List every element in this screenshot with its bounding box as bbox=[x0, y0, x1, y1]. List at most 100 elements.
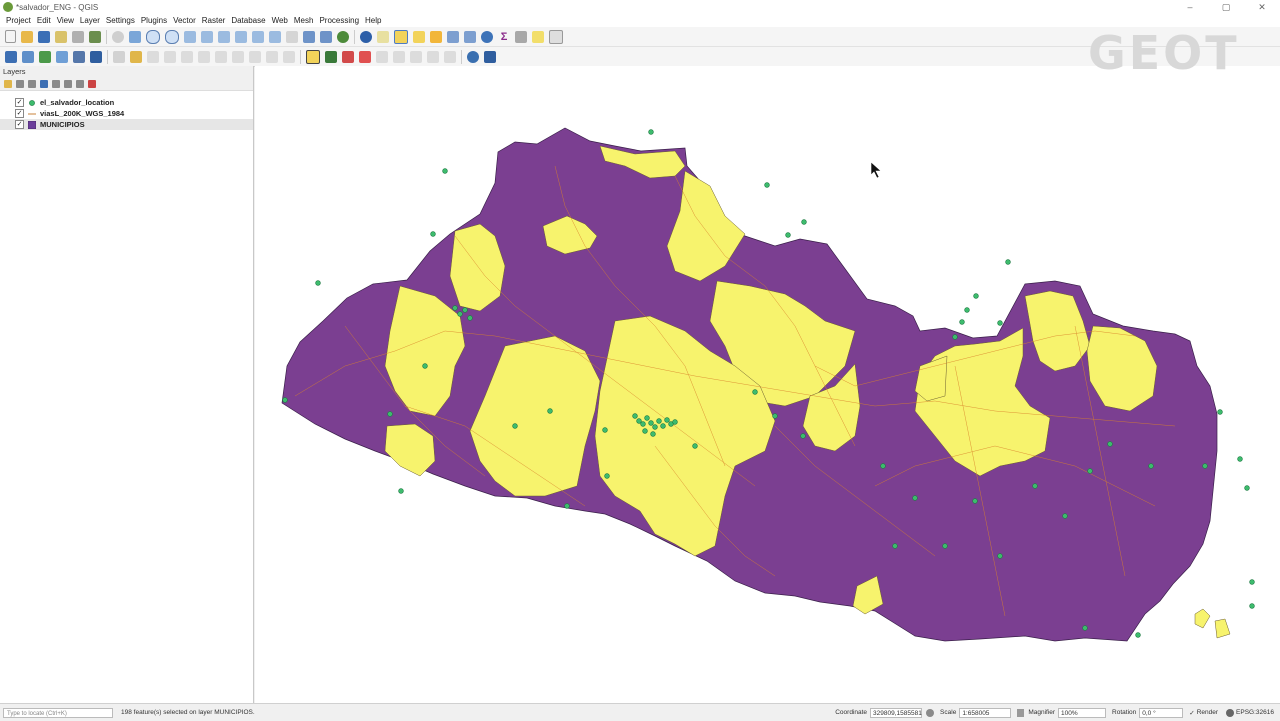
menu-help[interactable]: Help bbox=[365, 16, 381, 25]
menu-view[interactable]: View bbox=[57, 16, 74, 25]
help-contents-icon[interactable] bbox=[484, 50, 496, 63]
label-properties-icon[interactable] bbox=[444, 50, 456, 63]
menu-settings[interactable]: Settings bbox=[106, 16, 135, 25]
location-point[interactable] bbox=[1082, 625, 1088, 631]
lock-scale-icon[interactable] bbox=[1017, 708, 1025, 717]
location-point[interactable] bbox=[642, 428, 648, 434]
scale-field[interactable]: 1:658005 bbox=[959, 707, 1012, 718]
new-print-layout-icon[interactable] bbox=[55, 30, 67, 43]
crs-globe-icon[interactable] bbox=[1226, 708, 1235, 717]
highlight-labels-icon[interactable] bbox=[359, 50, 371, 63]
location-point[interactable] bbox=[512, 423, 518, 429]
zoom-native-icon[interactable] bbox=[235, 30, 247, 43]
location-point[interactable] bbox=[1135, 632, 1141, 638]
location-point[interactable] bbox=[656, 418, 662, 424]
vertex-tool-icon[interactable] bbox=[181, 50, 193, 63]
location-point[interactable] bbox=[660, 423, 666, 429]
location-point[interactable] bbox=[457, 311, 463, 317]
location-point[interactable] bbox=[942, 543, 948, 549]
location-point[interactable] bbox=[1107, 441, 1113, 447]
label-tool-icon[interactable] bbox=[306, 49, 320, 64]
current-edits-icon[interactable] bbox=[113, 50, 125, 63]
new-project-icon[interactable] bbox=[5, 30, 16, 43]
pan-icon[interactable] bbox=[112, 30, 124, 43]
location-point[interactable] bbox=[972, 498, 978, 504]
zoom-to-layer-icon[interactable] bbox=[218, 30, 230, 43]
add-raster-layer-icon[interactable] bbox=[39, 50, 51, 63]
select-features-icon[interactable] bbox=[394, 29, 408, 44]
run-action-icon[interactable] bbox=[377, 30, 389, 43]
redo-icon[interactable] bbox=[283, 50, 295, 63]
location-point[interactable] bbox=[664, 417, 670, 423]
show-hide-labels-icon[interactable] bbox=[427, 50, 439, 63]
maximize-icon[interactable]: ▢ bbox=[1208, 0, 1244, 14]
processing-toolbox-icon[interactable] bbox=[481, 30, 493, 43]
location-point[interactable] bbox=[892, 543, 898, 549]
crs-label[interactable]: EPSG:32616 bbox=[1236, 709, 1274, 716]
location-point[interactable] bbox=[282, 397, 288, 403]
style-manager-icon[interactable] bbox=[89, 30, 101, 43]
new-layer-icon[interactable] bbox=[90, 50, 102, 63]
layer-visibility-checkbox[interactable]: ✓ bbox=[15, 109, 24, 118]
location-point[interactable] bbox=[547, 408, 553, 414]
location-point[interactable] bbox=[997, 553, 1003, 559]
data-source-manager-icon[interactable] bbox=[5, 50, 17, 63]
location-point[interactable] bbox=[1237, 456, 1243, 462]
pan-to-selection-icon[interactable] bbox=[129, 30, 141, 43]
location-point[interactable] bbox=[387, 411, 393, 417]
remove-layer-icon[interactable] bbox=[88, 79, 96, 88]
menu-layer[interactable]: Layer bbox=[80, 16, 100, 25]
location-point[interactable] bbox=[764, 182, 770, 188]
minimize-icon[interactable]: – bbox=[1172, 0, 1208, 14]
location-point[interactable] bbox=[640, 421, 646, 427]
paste-features-icon[interactable] bbox=[249, 50, 261, 63]
collapse-all-icon[interactable] bbox=[76, 79, 84, 88]
location-point[interactable] bbox=[912, 495, 918, 501]
coordinate-field[interactable]: 329809,1585581 bbox=[870, 707, 923, 718]
copy-features-icon[interactable] bbox=[232, 50, 244, 63]
menu-processing[interactable]: Processing bbox=[319, 16, 359, 25]
statistics-sum-icon[interactable]: Σ bbox=[498, 31, 510, 43]
toggle-extents-icon[interactable] bbox=[926, 708, 935, 717]
zoom-next-icon[interactable] bbox=[269, 30, 281, 43]
location-point[interactable] bbox=[752, 389, 758, 395]
cut-features-icon[interactable] bbox=[215, 50, 227, 63]
pin-labels-icon[interactable] bbox=[342, 50, 354, 63]
location-point[interactable] bbox=[462, 307, 468, 313]
zoom-in-icon[interactable] bbox=[146, 29, 160, 44]
locator-search-input[interactable]: Type to locate (Ctrl+K) bbox=[3, 707, 113, 718]
show-bookmarks-icon[interactable] bbox=[320, 30, 332, 43]
bookmark-icon[interactable] bbox=[303, 30, 315, 43]
menu-database[interactable]: Database bbox=[231, 16, 265, 25]
location-point[interactable] bbox=[648, 420, 654, 426]
location-point[interactable] bbox=[1087, 468, 1093, 474]
filter-legend-icon[interactable] bbox=[40, 79, 48, 88]
delete-selected-icon[interactable] bbox=[198, 50, 210, 63]
deselect-icon[interactable] bbox=[430, 30, 442, 43]
location-point[interactable] bbox=[648, 129, 654, 135]
location-point[interactable] bbox=[973, 293, 979, 299]
location-point[interactable] bbox=[652, 424, 658, 430]
layer-item-viasl-200k[interactable]: ✓ viasL_200K_WGS_1984 bbox=[0, 108, 253, 119]
layer-item-municipios[interactable]: ✓ MUNICIPIOS bbox=[0, 119, 253, 130]
location-point[interactable] bbox=[772, 413, 778, 419]
location-point[interactable] bbox=[880, 463, 886, 469]
add-vector-layer-icon[interactable] bbox=[22, 50, 34, 63]
move-label-icon[interactable] bbox=[376, 50, 388, 63]
field-calculator-icon[interactable] bbox=[464, 30, 476, 43]
layer-labeling-icon[interactable] bbox=[325, 50, 337, 63]
location-point[interactable] bbox=[644, 415, 650, 421]
rotation-field[interactable]: 0,0 ° bbox=[1139, 707, 1184, 718]
close-icon[interactable]: ✕ bbox=[1244, 0, 1280, 14]
menu-edit[interactable]: Edit bbox=[37, 16, 51, 25]
select-by-value-icon[interactable] bbox=[413, 30, 425, 43]
location-point[interactable] bbox=[801, 219, 807, 225]
layer-visibility-checkbox[interactable]: ✓ bbox=[15, 120, 24, 129]
location-point[interactable] bbox=[1148, 463, 1154, 469]
filter-by-expression-icon[interactable] bbox=[52, 79, 60, 88]
annotation-icon[interactable] bbox=[549, 29, 563, 44]
location-point[interactable] bbox=[997, 320, 1003, 326]
location-point[interactable] bbox=[650, 431, 656, 437]
location-point[interactable] bbox=[1062, 513, 1068, 519]
location-point[interactable] bbox=[604, 473, 610, 479]
